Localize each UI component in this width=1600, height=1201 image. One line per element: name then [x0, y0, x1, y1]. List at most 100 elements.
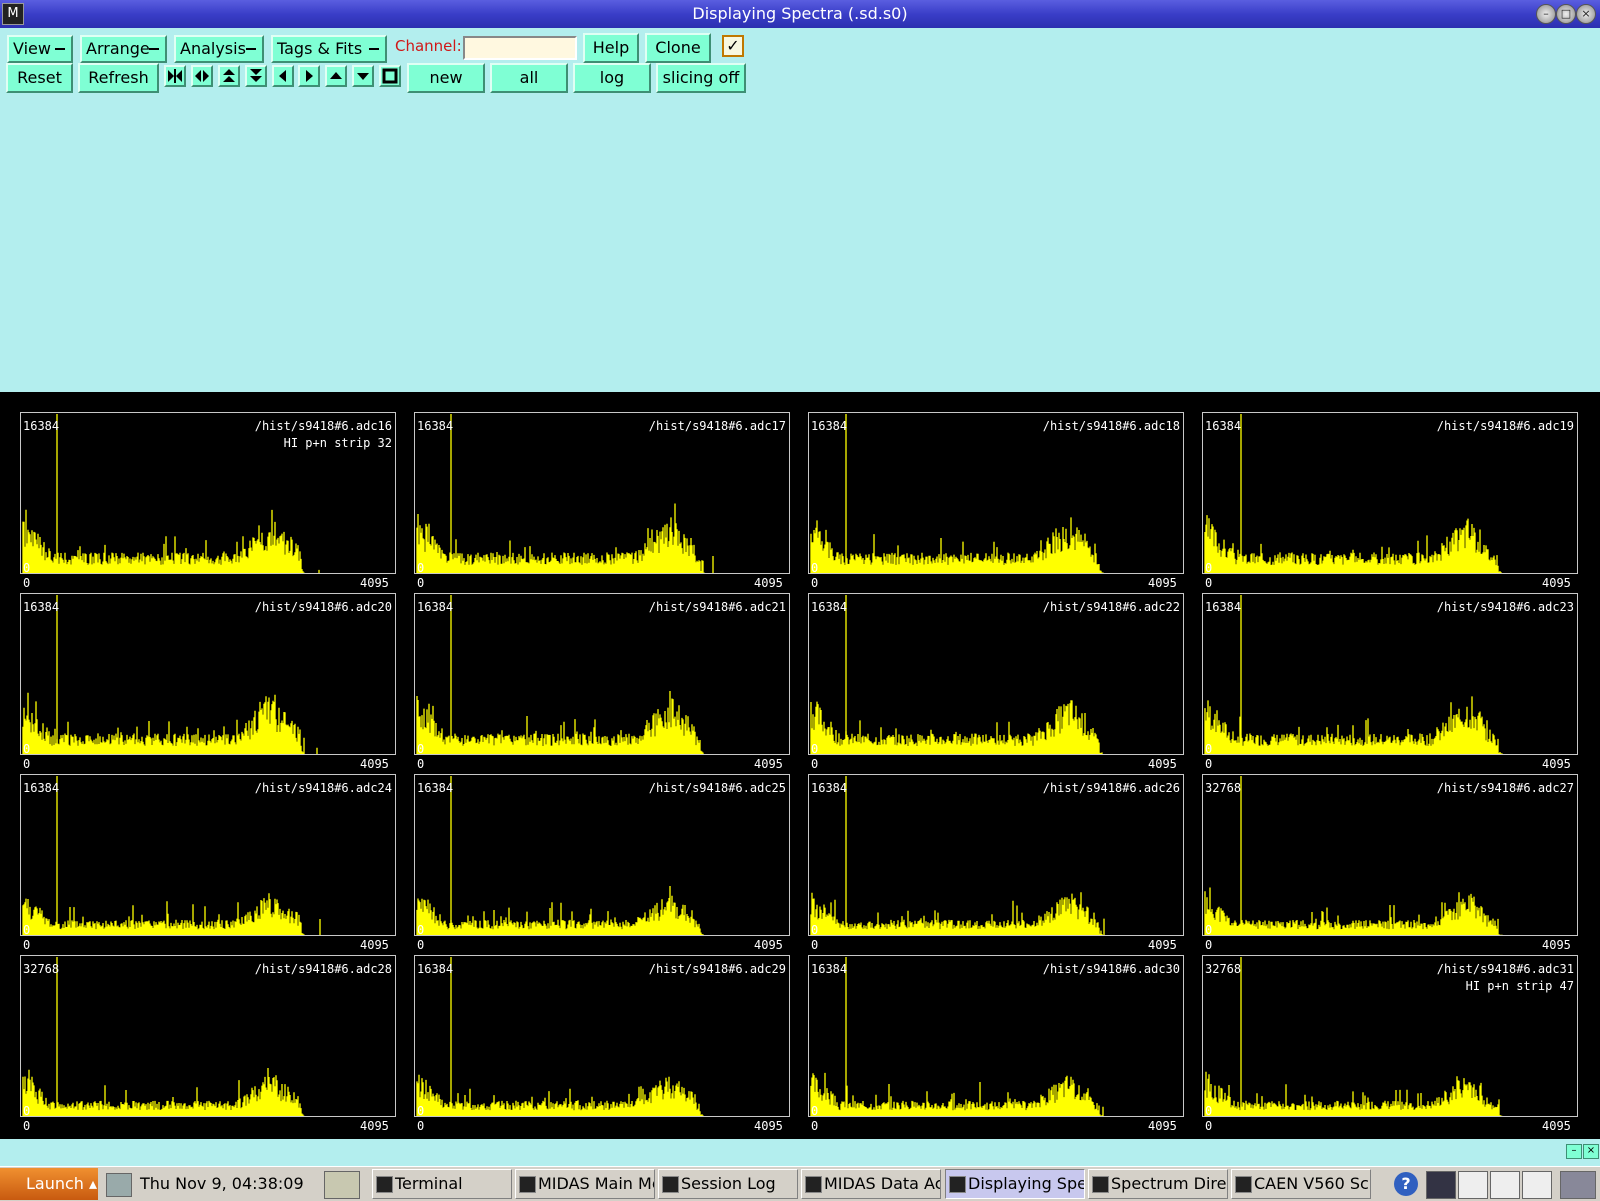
up-arrow-icon[interactable] [325, 65, 347, 87]
channel-input[interactable] [463, 36, 577, 60]
new-button[interactable]: new [407, 63, 485, 93]
spectrum-trace [1204, 887, 1503, 935]
workspace-2-icon[interactable] [1458, 1171, 1488, 1199]
panel-ymax: 16384 [23, 600, 60, 614]
spectrum-panel[interactable]: 16384/hist/s9418#6.adc29 0 [414, 955, 790, 1117]
log-button[interactable]: log [573, 63, 651, 93]
menu-view[interactable]: View [7, 35, 73, 63]
minimize-icon[interactable]: – [1536, 4, 1556, 24]
panel-histogram-name: /hist/s9418#6.adc29 [648, 962, 786, 976]
spectrum-panel[interactable]: 16384/hist/s9418#6.adc21 0 [414, 593, 790, 755]
spectrum-panel[interactable]: 16384/hist/s9418#6.adc30 0 [808, 955, 1184, 1117]
spectrum-panel[interactable]: 16384/hist/s9418#6.adc24 0 [20, 774, 396, 936]
minimize-panel-icon[interactable]: – [1566, 1144, 1582, 1159]
panel-xmin: 0 [1205, 1119, 1213, 1133]
slicing-button[interactable]: slicing off [656, 63, 746, 93]
panel-xmin: 0 [417, 938, 425, 952]
window-icon [662, 1176, 679, 1193]
shrink-vertical-icon[interactable] [245, 65, 267, 87]
launch-label: Launch [26, 1174, 84, 1193]
panel-ymin: 0 [811, 1104, 819, 1117]
panel-histogram-name: /hist/s9418#6.adc17 [648, 419, 786, 433]
panel-ymin: 0 [1205, 923, 1213, 936]
taskbar-item-label: Spectrum Direc [1111, 1174, 1228, 1193]
spectrum-panel[interactable]: 16384/hist/s9418#6.adc17 0 [414, 412, 790, 574]
menu-arrange[interactable]: Arrange [80, 35, 167, 63]
panel-xmax: 4095 [1148, 1119, 1177, 1133]
workspace-1-icon[interactable] [1426, 1171, 1456, 1199]
spectrum-plot [810, 595, 1103, 754]
menu-tags-fits[interactable]: Tags & Fits [271, 35, 387, 63]
spectrum-plot [1204, 595, 1503, 754]
spectrum-panel[interactable]: 32768/hist/s9418#6.adc28 0 [20, 955, 396, 1117]
taskbar: Launch ▴ Thu Nov 9, 04:38:09 Terminal MID… [0, 1166, 1600, 1201]
taskbar-item[interactable]: Spectrum Direc [1088, 1169, 1228, 1199]
all-button[interactable]: all [490, 63, 568, 93]
maximize-icon[interactable]: □ [1556, 4, 1576, 24]
left-arrow-icon[interactable] [272, 65, 294, 87]
spectrum-trace [1204, 515, 1502, 573]
taskbar-item[interactable]: Session Log [658, 1169, 798, 1199]
spectrum-panel[interactable]: 16384/hist/s9418#6.adc25 0 [414, 774, 790, 936]
help-button[interactable]: Help [583, 33, 639, 63]
spectrum-panel[interactable]: 16384/hist/s9418#6.adc20 0 [20, 593, 396, 755]
option-checkbox[interactable]: ✓ [722, 35, 744, 57]
spectrum-trace [810, 517, 1104, 573]
expand-horizontal-icon[interactable] [164, 65, 186, 87]
spectrum-trace [416, 503, 714, 573]
panel-ymax: 16384 [23, 781, 60, 795]
spectrum-panel[interactable]: 16384/hist/s9418#6.adc22 0 [808, 593, 1184, 755]
panel-xmax: 4095 [1148, 757, 1177, 771]
taskbar-item[interactable]: CAEN V560 Sc [1231, 1169, 1371, 1199]
spectra-display[interactable]: 16384/hist/s9418#6.adc16 HI p+n strip 32 0… [0, 392, 1600, 1139]
taskbar-item[interactable]: MIDAS Data Ac [801, 1169, 941, 1199]
launch-button[interactable]: Launch ▴ [0, 1168, 98, 1200]
panel-xmax: 4095 [1148, 938, 1177, 952]
panel-xmin: 0 [23, 1119, 31, 1133]
spectrum-panel[interactable]: 16384/hist/s9418#6.adc19 0 [1202, 412, 1578, 574]
panel-histogram-name: /hist/s9418#6.adc25 [648, 781, 786, 795]
spectrum-panel[interactable]: 16384/hist/s9418#6.adc16 HI p+n strip 32 0 [20, 412, 396, 574]
close-panel-icon[interactable]: × [1583, 1144, 1599, 1159]
panel-ymin: 0 [1205, 1104, 1213, 1117]
taskbar-item-label: Session Log [681, 1174, 776, 1193]
spectrum-trace [22, 1068, 306, 1116]
workspace-4-icon[interactable] [1522, 1171, 1552, 1199]
square-icon[interactable] [379, 65, 401, 87]
expand-vertical-icon[interactable] [218, 65, 240, 87]
spectrum-plot [810, 776, 1105, 935]
spectrum-trace [810, 1072, 1104, 1116]
spectrum-trace [416, 691, 704, 754]
panel-xmax: 4095 [754, 576, 783, 590]
spectrum-panel[interactable]: 16384/hist/s9418#6.adc18 0 [808, 412, 1184, 574]
panel-xmax: 4095 [754, 1119, 783, 1133]
menu-analysis[interactable]: Analysis [174, 35, 264, 63]
taskbar-item-label: Displaying Spe [968, 1174, 1085, 1193]
desktop-icon[interactable] [324, 1171, 360, 1199]
close-icon[interactable]: × [1576, 4, 1596, 24]
shrink-horizontal-icon[interactable] [191, 65, 213, 87]
taskbar-item[interactable]: Displaying Spe [945, 1169, 1085, 1199]
system-tray-icon[interactable] [1560, 1171, 1596, 1199]
spectrum-panel[interactable]: 16384/hist/s9418#6.adc23 0 [1202, 593, 1578, 755]
clone-button[interactable]: Clone [645, 33, 711, 63]
panel-histogram-name: /hist/s9418#6.adc27 [1436, 781, 1574, 795]
panel-xmax: 4095 [1542, 938, 1571, 952]
panel-xmin: 0 [1205, 938, 1213, 952]
spectrum-panel[interactable]: 32768/hist/s9418#6.adc27 0 [1202, 774, 1578, 936]
taskbar-item[interactable]: MIDAS Main Me [515, 1169, 655, 1199]
spectrum-panel[interactable]: 32768/hist/s9418#6.adc31 HI p+n strip 47 0 [1202, 955, 1578, 1117]
reset-button[interactable]: Reset [6, 63, 73, 93]
clock: Thu Nov 9, 04:38:09 [140, 1174, 304, 1193]
spectrum-panel[interactable]: 16384/hist/s9418#6.adc26 0 [808, 774, 1184, 936]
panel-xmax: 4095 [1542, 1119, 1571, 1133]
taskbar-item[interactable]: Terminal [372, 1169, 512, 1199]
window-titlebar[interactable]: M Displaying Spectra (.sd.s0) – □ × [0, 0, 1600, 28]
workspace-3-icon[interactable] [1490, 1171, 1520, 1199]
help-icon[interactable]: ? [1394, 1172, 1418, 1196]
notes-icon[interactable] [106, 1173, 132, 1197]
right-arrow-icon[interactable] [298, 65, 320, 87]
panel-histogram-name: /hist/s9418#6.adc28 [254, 962, 392, 976]
refresh-button[interactable]: Refresh [78, 63, 159, 93]
down-arrow-icon[interactable] [352, 65, 374, 87]
